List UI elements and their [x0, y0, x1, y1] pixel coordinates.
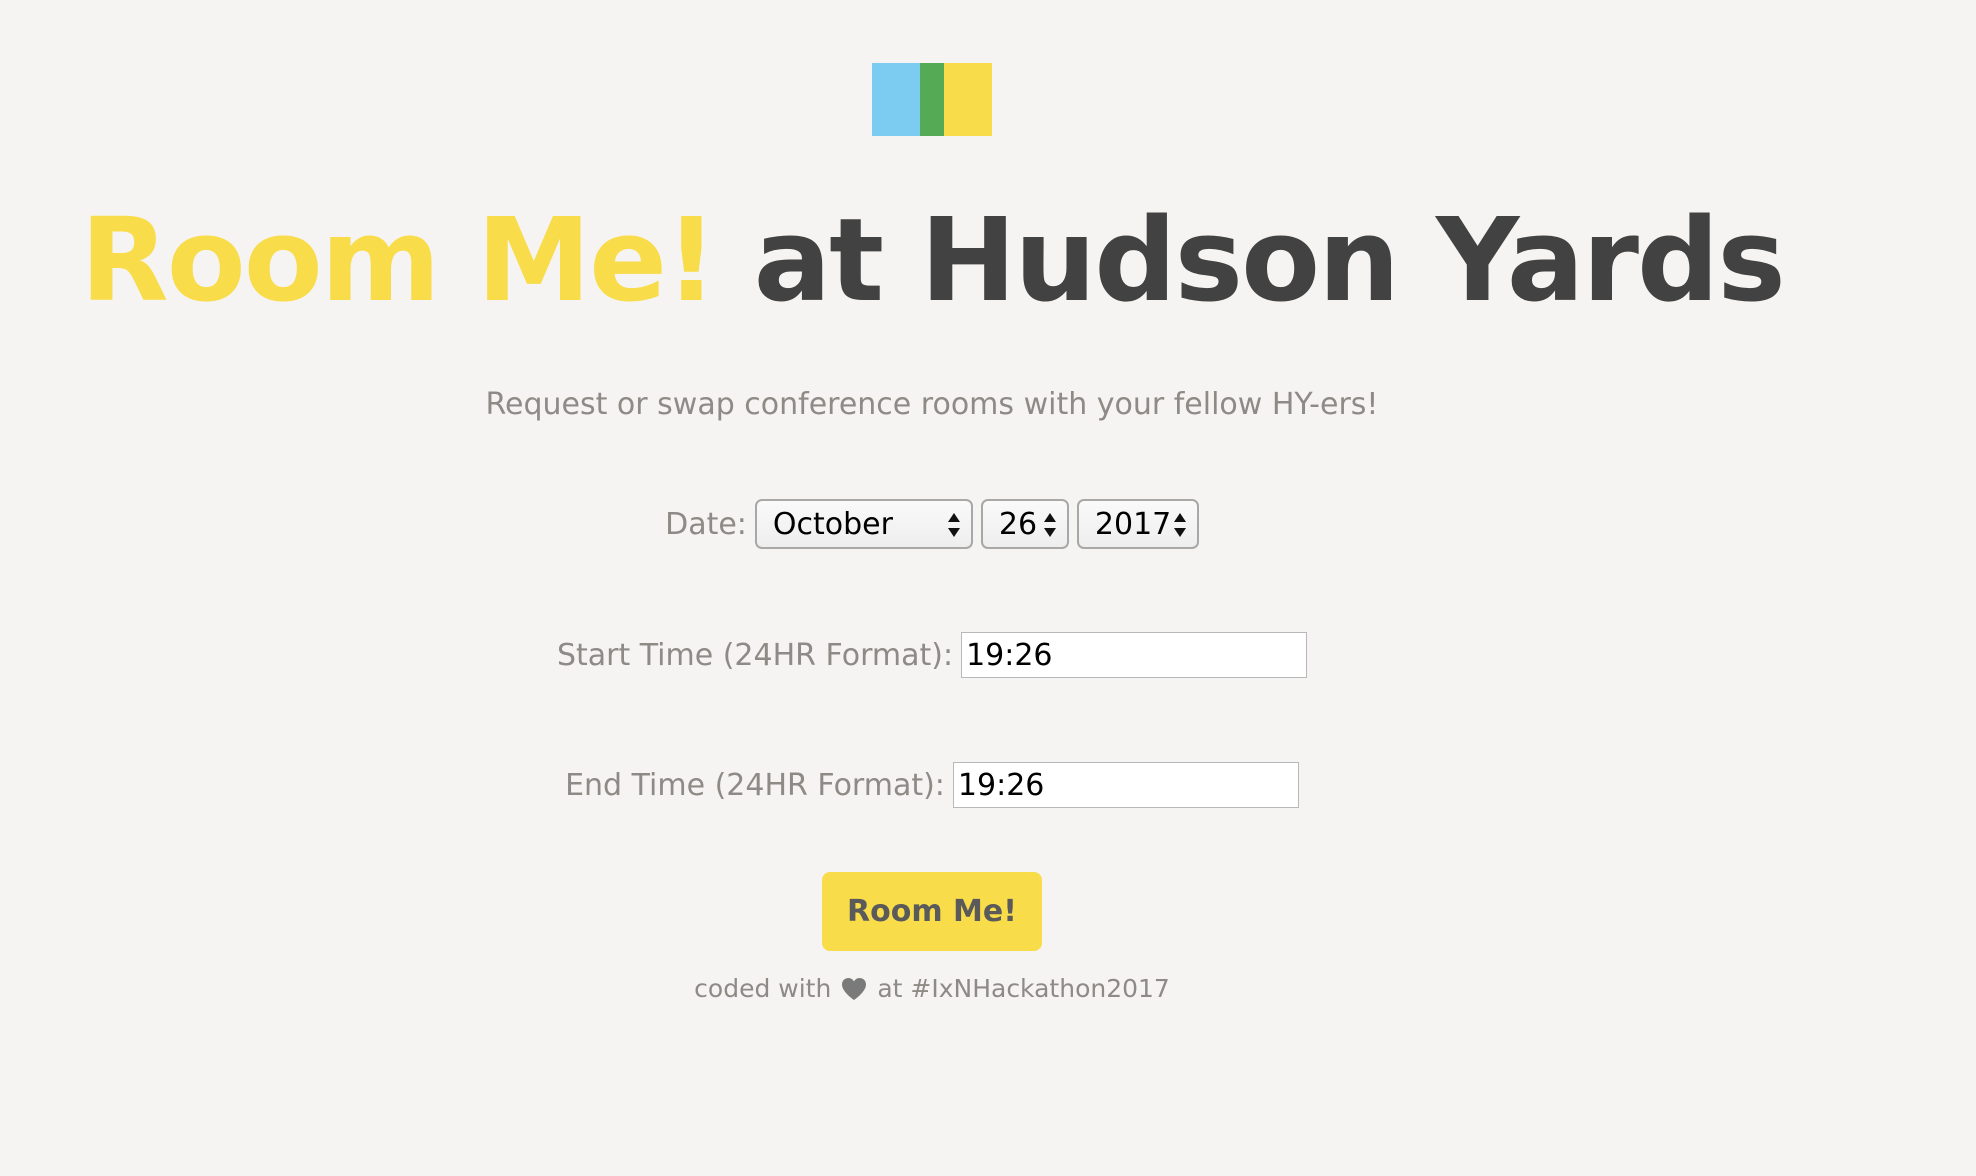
logo-blue-segment	[872, 63, 920, 136]
select-arrows-icon	[1043, 513, 1056, 537]
month-select[interactable]: October	[754, 499, 973, 549]
footer-prefix: coded with	[694, 974, 832, 1003]
page-title-rest: at Hudson Yards	[715, 194, 1786, 328]
day-select[interactable]: 26	[980, 499, 1069, 549]
end-time-input[interactable]	[952, 762, 1299, 808]
room-me-button[interactable]: Room Me!	[822, 872, 1042, 951]
date-row: Date: October 26 2017	[0, 496, 1864, 552]
footer: coded with at #IxNHackathon2017	[0, 974, 1864, 1003]
select-arrows-icon	[947, 513, 960, 537]
page-subtitle: Request or swap conference rooms with yo…	[485, 387, 1379, 422]
heart-icon	[842, 977, 867, 1000]
logo	[872, 63, 992, 136]
logo-yellow-segment	[944, 63, 992, 136]
select-arrows-icon	[1173, 513, 1186, 537]
year-select[interactable]: 2017	[1076, 499, 1199, 549]
day-select-value: 26	[998, 506, 1038, 542]
logo-green-segment	[920, 63, 944, 136]
page: Room Me! at Hudson Yards Request or swap…	[0, 0, 1976, 1176]
month-select-value: October	[772, 506, 893, 542]
end-time-row: End Time (24HR Format):	[0, 760, 1864, 810]
page-title: Room Me! at Hudson Yards	[0, 196, 1864, 326]
page-title-highlight: Room Me!	[80, 194, 717, 328]
end-time-label: End Time (24HR Format):	[565, 767, 945, 803]
start-time-label: Start Time (24HR Format):	[556, 637, 954, 673]
date-label: Date:	[665, 506, 747, 542]
year-select-value: 2017	[1094, 506, 1172, 542]
footer-suffix: at #IxNHackathon2017	[877, 974, 1170, 1003]
start-time-input[interactable]	[961, 632, 1308, 678]
start-time-row: Start Time (24HR Format):	[0, 630, 1864, 680]
